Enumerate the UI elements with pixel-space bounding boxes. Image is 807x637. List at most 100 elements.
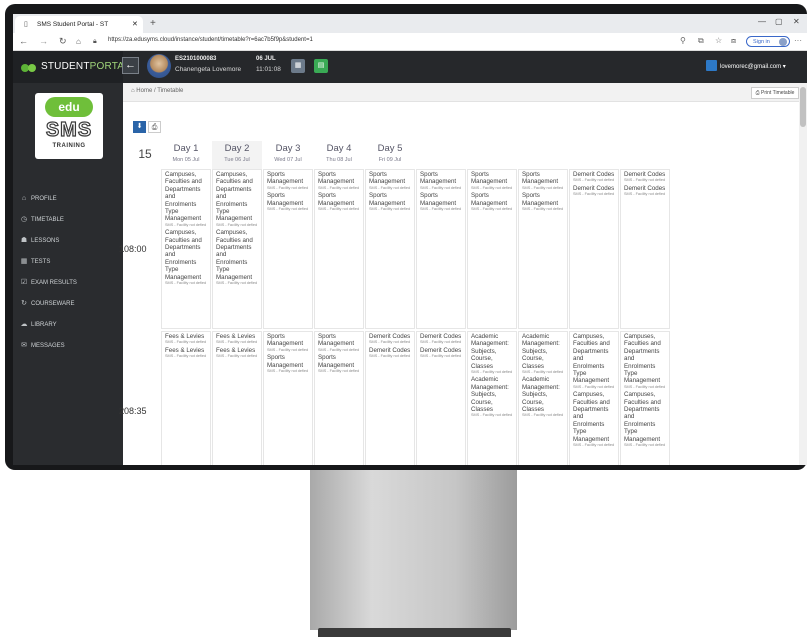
- lesson-entry[interactable]: Sports Management SMS - Facility not defi…: [366, 191, 414, 211]
- lesson-entry[interactable]: Sports Management SMS - Facility not defi…: [315, 191, 363, 211]
- lesson-venue-note: SMS - Facility not defied: [522, 370, 564, 375]
- sidebar-item-label: LESSONS: [31, 238, 60, 244]
- monitor-stand: [310, 470, 517, 630]
- timetable-cell: Sports Management SMS - Facility not defi…: [365, 169, 415, 329]
- lesson-entry[interactable]: Sports Management SMS - Facility not defi…: [417, 170, 465, 190]
- minimize-icon[interactable]: —: [758, 17, 766, 26]
- browser-tab[interactable]: ▯ SMS Student Portal - ST ✕: [15, 16, 143, 33]
- lesson-entry[interactable]: Campuses, Faculties and Departments and …: [162, 228, 210, 285]
- maximize-icon[interactable]: ▢: [775, 17, 783, 26]
- download-button[interactable]: ⬇: [133, 121, 146, 133]
- monitor-screen: ▢ ▯ SMS Student Portal - ST ✕ + — ▢ ✕ ← …: [13, 14, 807, 465]
- lesson-entry[interactable]: Campuses, Faculties and Departments and …: [213, 228, 261, 285]
- lesson-entry[interactable]: Academic Management: Subjects, Course, C…: [519, 332, 567, 374]
- lesson-entry[interactable]: Campuses, Faculties and Departments and …: [570, 390, 618, 447]
- lesson-entry[interactable]: Sports Management SMS - Facility not defi…: [519, 191, 567, 211]
- close-window-icon[interactable]: ✕: [793, 17, 800, 26]
- lesson-entry[interactable]: Demerit Codes SMS - Facility not defied: [570, 170, 618, 183]
- lesson-entry[interactable]: Academic Management: Subjects, Course, C…: [468, 332, 516, 374]
- forward-arrow-icon[interactable]: →: [39, 35, 48, 48]
- lesson-title: Campuses, Faculties and Departments and …: [216, 171, 253, 223]
- lesson-entry[interactable]: Campuses, Faculties and Departments and …: [621, 332, 669, 389]
- lesson-title: Fees & Levies: [165, 346, 205, 354]
- close-tab-icon[interactable]: ✕: [132, 16, 138, 33]
- new-tab-icon[interactable]: +: [150, 16, 156, 31]
- day-name: Day 2: [224, 143, 250, 154]
- lesson-entry[interactable]: Demerit Codes SMS - Facility not defied: [570, 184, 618, 197]
- day-name: Day 5: [377, 143, 403, 154]
- lesson-entry[interactable]: Sports Management SMS - Facility not defi…: [468, 191, 516, 211]
- lesson-title: Demerit Codes: [573, 171, 615, 178]
- back-button[interactable]: ←: [122, 57, 139, 74]
- lesson-entry[interactable]: Fees & Levies SMS - Facility not defied: [213, 332, 261, 345]
- sidebar-item-exam-results[interactable]: ☑ EXAM RESULTS: [13, 275, 123, 291]
- lesson-entry[interactable]: Campuses, Faculties and Departments and …: [162, 170, 210, 227]
- lesson-entry[interactable]: Sports Management SMS - Facility not defi…: [315, 353, 363, 373]
- lesson-entry[interactable]: Campuses, Faculties and Departments and …: [213, 170, 261, 227]
- sidebar-item-courseware[interactable]: ↻ COURSEWARE: [13, 296, 123, 312]
- scrollbar[interactable]: [799, 83, 807, 465]
- day-header-2[interactable]: Day 2 Tue 06 Jul: [212, 141, 262, 170]
- home-icon[interactable]: ⌂: [76, 35, 81, 48]
- back-arrow-icon[interactable]: ←: [19, 35, 28, 48]
- day-header-3[interactable]: Day 3 Wed 07 Jul: [263, 141, 313, 170]
- spreadsheet-icon[interactable]: ▤: [314, 59, 328, 73]
- lesson-entry[interactable]: Fees & Levies SMS - Facility not defied: [162, 332, 210, 345]
- student-avatar[interactable]: [147, 54, 171, 78]
- lesson-entry[interactable]: Campuses, Faculties and Departments and …: [621, 390, 669, 447]
- collections-icon[interactable]: ⧈: [731, 36, 736, 46]
- lesson-entry[interactable]: Sports Management SMS - Facility not defi…: [264, 332, 312, 352]
- read-aloud-icon[interactable]: ⚲: [680, 36, 686, 45]
- day-header-1[interactable]: Day 1 Mon 05 Jul: [161, 141, 211, 170]
- lesson-venue-note: SMS - Facility not defied: [216, 354, 258, 359]
- lesson-entry[interactable]: Sports Management SMS - Facility not defi…: [264, 191, 312, 211]
- scrollbar-thumb[interactable]: [800, 87, 806, 127]
- lesson-venue-note: SMS - Facility not defied: [216, 281, 258, 286]
- timetable-cell: Fees & Levies SMS - Facility not defied Fe…: [161, 331, 211, 465]
- refresh-icon[interactable]: ↻: [59, 35, 67, 48]
- lesson-entry[interactable]: Demerit Codes SMS - Facility not defied: [366, 346, 414, 359]
- sidebar-item-messages[interactable]: ✉ MESSAGES: [13, 338, 123, 354]
- lesson-entry[interactable]: Demerit Codes SMS - Facility not defied: [417, 332, 465, 345]
- sidebar-item-timetable[interactable]: ◷ TIMETABLE: [13, 212, 123, 228]
- lesson-entry[interactable]: Demerit Codes SMS - Facility not defied: [417, 346, 465, 359]
- lesson-entry[interactable]: Demerit Codes SMS - Facility not defied: [366, 332, 414, 345]
- user-email-dropdown[interactable]: lovemorec@gmail.com ▾: [720, 63, 786, 70]
- more-options-icon[interactable]: ···: [794, 36, 802, 45]
- lesson-entry[interactable]: Fees & Levies SMS - Facility not defied: [213, 346, 261, 359]
- sidebar-item-library[interactable]: ☁ LIBRARY: [13, 317, 123, 333]
- lesson-entry[interactable]: Sports Management SMS - Facility not defi…: [366, 170, 414, 190]
- lesson-entry[interactable]: Sports Management SMS - Facility not defi…: [315, 170, 363, 190]
- lesson-entry[interactable]: Sports Management SMS - Facility not defi…: [264, 353, 312, 373]
- lesson-entry[interactable]: Campuses, Faculties and Departments and …: [570, 332, 618, 389]
- lesson-entry[interactable]: Sports Management SMS - Facility not defi…: [417, 191, 465, 211]
- lesson-entry[interactable]: Sports Management SMS - Facility not defi…: [264, 170, 312, 190]
- url-field[interactable]: https://za.edusyms.cloud/instance/studen…: [108, 37, 313, 43]
- lesson-entry[interactable]: Sports Management SMS - Facility not defi…: [519, 170, 567, 190]
- timetable-cell: Demerit Codes SMS - Facility not defied De…: [620, 169, 670, 329]
- sign-in-button[interactable]: Sign in: [746, 36, 790, 47]
- lesson-entry[interactable]: Academic Management: Subjects, Course, C…: [468, 375, 516, 417]
- lesson-entry[interactable]: Sports Management SMS - Facility not defi…: [315, 332, 363, 352]
- lesson-title: Demerit Codes: [369, 333, 411, 340]
- lesson-entry[interactable]: Demerit Codes SMS - Facility not defied: [621, 170, 669, 183]
- favorites-icon[interactable]: ☆: [715, 36, 722, 45]
- extensions-icon[interactable]: ⧉: [698, 36, 704, 46]
- lesson-entry[interactable]: Academic Management: Subjects, Course, C…: [519, 375, 567, 417]
- brand[interactable]: STUDENTPORTAL: [13, 51, 130, 83]
- lesson-entry[interactable]: Demerit Codes SMS - Facility not defied: [621, 184, 669, 197]
- period-label-2: 208:35: [119, 406, 147, 416]
- sidebar-item-tests[interactable]: ▦ TESTS: [13, 254, 123, 270]
- day-header-4[interactable]: Day 4 Thu 08 Jul: [314, 141, 364, 170]
- lesson-title: Sports Management: [369, 171, 406, 186]
- sidebar-item-lessons[interactable]: ☗ LESSONS: [13, 233, 123, 249]
- print-timetable-button[interactable]: ⎙ Print Timetable: [751, 87, 799, 99]
- calendar-alert-icon[interactable]: ▦: [291, 59, 305, 73]
- day-date: Fri 09 Jul: [378, 157, 402, 163]
- day-header-5[interactable]: Day 5 Fri 09 Jul: [365, 141, 415, 170]
- breadcrumb-home[interactable]: Home: [136, 88, 152, 94]
- lesson-entry[interactable]: Sports Management SMS - Facility not defi…: [468, 170, 516, 190]
- sidebar-item-profile[interactable]: ⌂ PROFILE: [13, 191, 123, 207]
- lesson-entry[interactable]: Fees & Levies SMS - Facility not defied: [162, 346, 210, 359]
- print-button[interactable]: ⎙: [148, 121, 161, 133]
